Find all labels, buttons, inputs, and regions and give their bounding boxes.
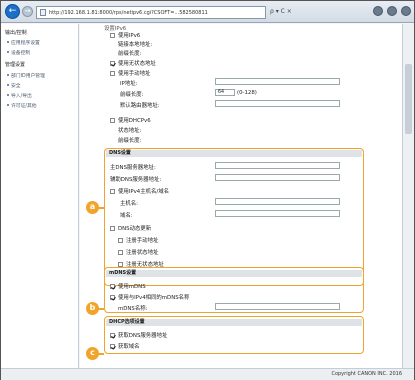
use-stateless-row: 使用无状态地址: [110, 59, 156, 67]
stateful-address-label: 状态地址:: [118, 128, 142, 134]
back-button[interactable]: ←: [5, 4, 20, 19]
same-as-ipv4-label: 使用IPv4主机名/域名: [118, 189, 170, 195]
sidebar-item-device-control[interactable]: 设备控制: [1, 49, 78, 56]
ip-address-input[interactable]: [215, 78, 340, 85]
copyright-text: Copyright CANON INC. 2016: [331, 371, 402, 377]
use-dhcpv6-label: 使用DHCPv6: [118, 118, 151, 124]
ip-address-label: IP地址:: [120, 81, 138, 87]
sidebar-item-app-settings[interactable]: 应用程序设置: [1, 39, 78, 46]
register-stateful-label: 注册状态地址: [126, 250, 159, 256]
mdns-name-input[interactable]: [215, 303, 340, 310]
page-icon: [40, 9, 46, 16]
register-stateful-checkbox[interactable]: [118, 249, 123, 255]
sidebar-item-security[interactable]: 安全: [1, 82, 78, 89]
marker-a: a: [86, 201, 99, 214]
prefix-length-label: 前缀长度:: [118, 51, 142, 57]
register-stateless-checkbox[interactable]: [118, 261, 123, 267]
vertical-scrollbar[interactable]: [402, 24, 414, 368]
primary-dns-input[interactable]: [215, 162, 340, 169]
host-name-input[interactable]: [215, 198, 340, 205]
register-manual-label: 注册手动地址: [126, 238, 159, 244]
sidebar-item-dept-id[interactable]: 部门ID用户管理: [1, 72, 78, 79]
stateful-prefix-label: 前缀长度:: [118, 138, 142, 144]
browser-window: ← → http://192.168.1.81:8000/rps/netipv6…: [0, 0, 415, 380]
arrow-right-icon: →: [24, 7, 31, 15]
main-content: 设置IPv6 使用IPv6 链接本地地址: 前缀长度: 使用无状态地址 使用手动…: [80, 24, 402, 368]
domain-name-input[interactable]: [215, 210, 340, 217]
settings-icon[interactable]: [401, 6, 411, 16]
same-name-checkbox[interactable]: [110, 294, 115, 300]
arrow-left-icon: ←: [8, 6, 17, 16]
link-local-label: 链接本地地址:: [118, 42, 153, 48]
prefix-range-text: (0-128): [237, 90, 257, 96]
prefix-label: 前缀长度:: [120, 92, 144, 98]
sidebar-group-output: 输出/控制: [5, 30, 27, 36]
use-manual-row: 使用手动地址: [110, 69, 150, 77]
prefix-input[interactable]: 64: [215, 89, 235, 96]
dhcp-title: DHCP选项设置: [106, 319, 362, 326]
use-manual-checkbox[interactable]: [110, 70, 115, 76]
register-manual-checkbox[interactable]: [118, 237, 123, 243]
mdns-title: mDNS设置: [106, 270, 362, 277]
default-router-input[interactable]: [215, 100, 340, 107]
secondary-dns-input[interactable]: [215, 174, 340, 181]
url-text: http://192.168.1.81:8000/rps/netipv6.cgi…: [49, 9, 208, 16]
browser-toolbar: ← → http://192.168.1.81:8000/rps/netipv6…: [1, 1, 414, 23]
use-stateless-label: 使用无状态地址: [118, 61, 156, 67]
sidebar-item-import-export[interactable]: 导入/导出: [1, 92, 78, 99]
dynamic-update-label: DNS动态更新: [118, 226, 152, 232]
dynamic-update-checkbox[interactable]: [110, 225, 115, 231]
same-as-ipv4-row: 使用IPv4主机名/域名: [110, 187, 169, 195]
marker-b: b: [86, 302, 99, 315]
address-tools[interactable]: ρ ▾ C ×: [270, 8, 292, 15]
default-router-label: 默认路由器地址:: [120, 103, 160, 109]
use-ipv6-row: 使用IPv6: [110, 31, 140, 39]
acquire-dns-row: 获取DNS服务器地址: [110, 331, 167, 339]
forward-button[interactable]: →: [22, 6, 33, 17]
browser-tools: [373, 6, 411, 16]
mdns-name-label: mDNS名称:: [118, 306, 148, 312]
acquire-domain-row: 获取域名: [110, 342, 140, 350]
status-bar: Copyright CANON INC. 2016: [1, 368, 414, 380]
register-stateful-row: 注册状态地址: [118, 248, 158, 256]
marker-c: c: [86, 347, 99, 360]
sidebar-item-license[interactable]: 许可证/其他: [1, 102, 78, 109]
primary-dns-label: 主DNS服务器地址:: [110, 165, 156, 171]
sidebar-group-management: 管理设置: [5, 62, 26, 69]
same-name-label: 使用与IPv4相同的mDNS名称: [118, 295, 190, 301]
use-mdns-label: 使用mDNS: [118, 284, 146, 290]
use-mdns-row: 使用mDNS: [110, 282, 146, 290]
address-bar[interactable]: http://192.168.1.81:8000/rps/netipv6.cgi…: [36, 6, 266, 19]
host-name-label: 主机名:: [120, 201, 138, 207]
use-ipv6-label: 使用IPv6: [118, 33, 141, 39]
domain-name-label: 域名:: [120, 213, 133, 219]
use-dhcpv6-row: 使用DHCPv6: [110, 116, 151, 124]
same-as-ipv4-checkbox[interactable]: [110, 188, 115, 194]
sidebar: 输出/控制 应用程序设置 设备控制 管理设置 部门ID用户管理 安全 导入/导出…: [1, 24, 79, 368]
secondary-dns-label: 辅助DNS服务器地址:: [110, 177, 162, 183]
home-icon[interactable]: [373, 6, 383, 16]
acquire-dns-label: 获取DNS服务器地址: [118, 333, 168, 339]
acquire-domain-checkbox[interactable]: [110, 343, 115, 349]
dynamic-update-row: DNS动态更新: [110, 224, 151, 232]
same-name-row: 使用与IPv4相同的mDNS名称: [110, 293, 189, 301]
use-stateless-checkbox[interactable]: [110, 60, 115, 66]
use-manual-label: 使用手动地址: [118, 71, 151, 77]
scrollbar-thumb[interactable]: [405, 64, 412, 134]
use-dhcpv6-checkbox[interactable]: [110, 117, 115, 123]
use-ipv6-checkbox[interactable]: [110, 32, 115, 38]
register-manual-row: 注册手动地址: [118, 236, 158, 244]
dns-title: DNS设置: [106, 150, 362, 157]
acquire-dns-checkbox[interactable]: [110, 332, 115, 338]
favorites-icon[interactable]: [387, 6, 397, 16]
use-mdns-checkbox[interactable]: [110, 283, 115, 289]
acquire-domain-label: 获取域名: [118, 344, 140, 350]
